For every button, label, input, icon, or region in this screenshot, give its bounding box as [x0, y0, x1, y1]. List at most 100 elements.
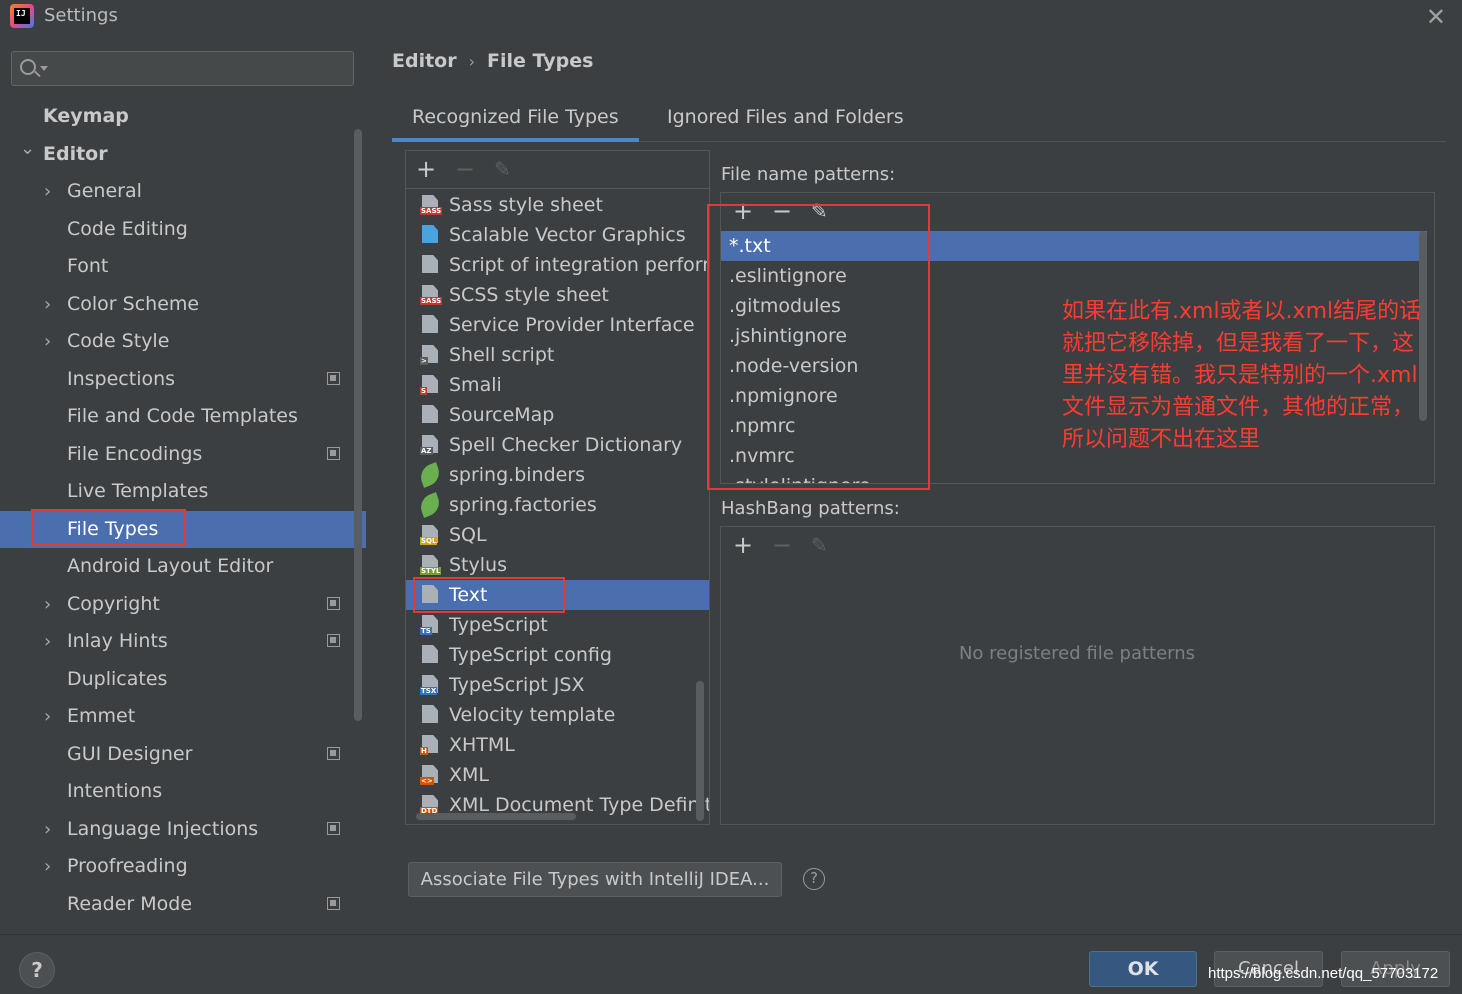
- sidebar-item-label: Code Style: [67, 330, 170, 352]
- file-type-name: SourceMap: [449, 404, 555, 426]
- title-bar: IJ Settings ✕: [0, 0, 1462, 34]
- file-type-name: Sass style sheet: [449, 194, 603, 216]
- breadcrumb: Editor › File Types: [392, 50, 593, 72]
- file-type-name: Shell script: [449, 344, 555, 366]
- file-types-toolbar: + − ✎: [406, 151, 709, 189]
- chevron-right-icon[interactable]: ›: [44, 698, 51, 735]
- chevron-right-icon[interactable]: ›: [44, 848, 51, 885]
- dictionary-icon: AZ: [420, 435, 440, 455]
- search-options-chevron-icon[interactable]: [40, 66, 48, 71]
- file-type-row[interactable]: SourceMap: [406, 400, 709, 430]
- chevron-right-icon[interactable]: ›: [44, 623, 51, 660]
- sidebar-item-live-templates[interactable]: Live Templates: [0, 473, 366, 510]
- chevron-right-icon[interactable]: ›: [44, 286, 51, 323]
- sidebar-item-editor[interactable]: ⌄ Editor: [0, 136, 366, 173]
- tab-ignored-files-and-folders[interactable]: Ignored Files and Folders: [647, 98, 924, 142]
- file-type-row[interactable]: spring.factories: [406, 490, 709, 520]
- intellij-logo-icon: IJ: [10, 4, 34, 28]
- file-type-row[interactable]: Service Provider Interface: [406, 310, 709, 340]
- sidebar-item-reader-mode[interactable]: Reader Mode: [0, 886, 366, 923]
- question-icon[interactable]: ?: [803, 868, 825, 890]
- sidebar-item-code-style[interactable]: › Code Style: [0, 323, 366, 360]
- sidebar-item-intentions[interactable]: Intentions: [0, 773, 366, 810]
- file-type-row[interactable]: H XHTML: [406, 730, 709, 760]
- chevron-right-icon[interactable]: ›: [44, 586, 51, 623]
- file-types-horizontal-scrollbar[interactable]: [416, 813, 576, 820]
- file-type-name: Script of integration performa: [449, 254, 710, 276]
- file-type-name: TypeScript: [449, 614, 548, 636]
- sidebar-item-code-editing[interactable]: Code Editing: [0, 211, 366, 248]
- sidebar-item-duplicates[interactable]: Duplicates: [0, 661, 366, 698]
- sidebar-item-label: File Encodings: [67, 442, 203, 465]
- sidebar-item-color-scheme[interactable]: › Color Scheme: [0, 286, 366, 323]
- sidebar-item-label: Copyright: [67, 592, 160, 615]
- file-type-row[interactable]: STYL Stylus: [406, 550, 709, 580]
- sidebar-item-inspections[interactable]: Inspections: [0, 361, 366, 398]
- file-types-vertical-scrollbar[interactable]: [696, 681, 704, 821]
- file-type-row[interactable]: > Shell script: [406, 340, 709, 370]
- add-file-type-button[interactable]: +: [416, 157, 436, 181]
- chevron-right-icon[interactable]: ›: [44, 323, 51, 360]
- edit-file-type-button[interactable]: ✎: [494, 157, 511, 181]
- file-type-row[interactable]: TypeScript config: [406, 640, 709, 670]
- add-hashbang-button[interactable]: +: [733, 533, 753, 557]
- sidebar-item-emmet[interactable]: › Emmet: [0, 698, 366, 735]
- sidebar-item-file-encodings[interactable]: File Encodings: [0, 436, 366, 473]
- file-type-name: XML: [449, 764, 489, 786]
- file-type-row[interactable]: spring.binders: [406, 460, 709, 490]
- file-type-name: Service Provider Interface: [449, 314, 695, 336]
- sidebar-item-proofreading[interactable]: › Proofreading: [0, 848, 366, 885]
- remove-file-type-button[interactable]: −: [455, 157, 475, 181]
- sidebar-item-label: Reader Mode: [67, 892, 193, 915]
- window-title: Settings: [44, 5, 118, 26]
- annotation-box-file-types: [31, 509, 186, 546]
- sidebar-item-font[interactable]: Font: [0, 248, 366, 285]
- sidebar-scrollbar[interactable]: [354, 129, 362, 721]
- chevron-down-icon[interactable]: ⌄: [20, 130, 35, 167]
- file-type-row[interactable]: SQL SQL: [406, 520, 709, 550]
- hashbang-patterns-title: HashBang patterns:: [721, 498, 900, 519]
- close-icon[interactable]: ✕: [1426, 3, 1446, 31]
- tsx-icon: TSX: [420, 675, 440, 695]
- annotation-line: 文件显示为普通文件，其他的正常，: [1062, 395, 1415, 420]
- remove-hashbang-button[interactable]: −: [772, 533, 792, 557]
- file-type-row[interactable]: SASS SCSS style sheet: [406, 280, 709, 310]
- file-type-row[interactable]: S Smali: [406, 370, 709, 400]
- file-type-row[interactable]: AZ Spell Checker Dictionary: [406, 430, 709, 460]
- sidebar-item-android-layout-editor[interactable]: Android Layout Editor: [0, 548, 366, 585]
- sidebar-item-gui-designer[interactable]: GUI Designer: [0, 736, 366, 773]
- sidebar-item-label: File and Code Templates: [67, 405, 298, 427]
- tsconfig-icon: [420, 645, 440, 665]
- sidebar-item-label: Editor: [43, 142, 108, 165]
- chevron-right-icon[interactable]: ›: [44, 811, 51, 848]
- tab-recognized-file-types[interactable]: Recognized File Types: [392, 98, 639, 142]
- search-input[interactable]: [11, 51, 354, 86]
- sidebar-item-label: General: [67, 180, 142, 202]
- sidebar-item-label: Android Layout Editor: [67, 555, 274, 577]
- file-type-name: spring.binders: [449, 464, 586, 486]
- file-type-row[interactable]: Scalable Vector Graphics: [406, 220, 709, 250]
- dialog-footer: ? OK Cancel Apply https://blog.csdn.net/…: [0, 934, 1462, 994]
- project-settings-icon: [327, 821, 340, 835]
- ok-button[interactable]: OK: [1089, 951, 1197, 987]
- file-type-row[interactable]: SASS Sass style sheet: [406, 190, 709, 220]
- sidebar-item-label: Emmet: [67, 705, 136, 727]
- sidebar-item-general[interactable]: › General: [0, 173, 366, 210]
- sidebar-item-keymap[interactable]: Keymap: [0, 98, 366, 135]
- chevron-right-icon[interactable]: ›: [44, 173, 51, 210]
- sidebar-item-file-and-code-templates[interactable]: File and Code Templates: [0, 398, 366, 435]
- breadcrumb-parent[interactable]: Editor: [392, 50, 457, 72]
- file-type-row[interactable]: TSX TypeScript JSX: [406, 670, 709, 700]
- file-type-row[interactable]: Velocity template: [406, 700, 709, 730]
- associate-file-types-button[interactable]: Associate File Types with IntelliJ IDEA.…: [408, 862, 782, 897]
- file-type-row[interactable]: <> XML: [406, 760, 709, 790]
- file-type-row[interactable]: Script of integration performa: [406, 250, 710, 280]
- edit-hashbang-button[interactable]: ✎: [811, 533, 828, 557]
- script-icon: [420, 255, 440, 275]
- sidebar-item-language-injections[interactable]: › Language Injections: [0, 811, 366, 848]
- sidebar-item-inlay-hints[interactable]: › Inlay Hints: [0, 623, 366, 660]
- file-type-name: TypeScript JSX: [449, 674, 585, 696]
- help-button[interactable]: ?: [19, 952, 55, 988]
- sidebar-item-copyright[interactable]: › Copyright: [0, 586, 366, 623]
- file-type-row[interactable]: TS TypeScript: [406, 610, 709, 640]
